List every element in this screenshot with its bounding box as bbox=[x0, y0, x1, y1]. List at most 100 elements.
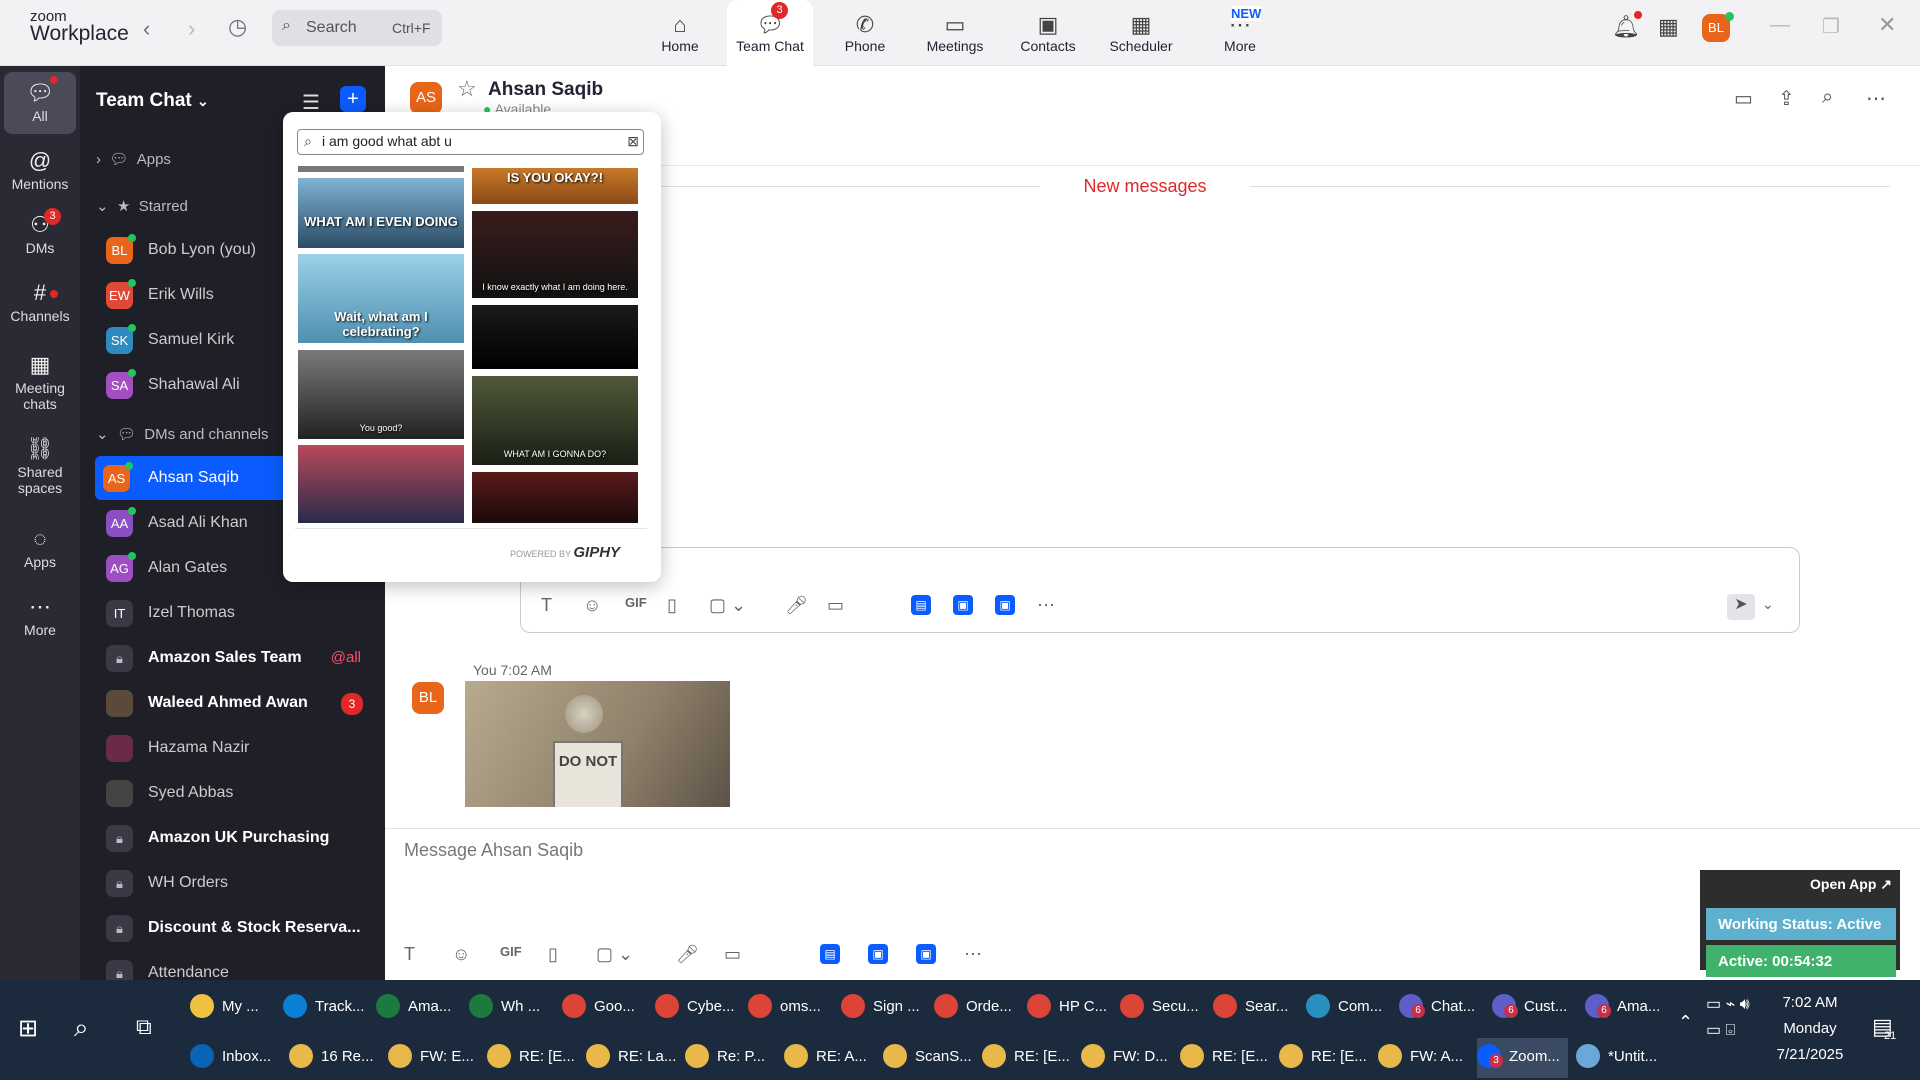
close-icon[interactable]: ✕ bbox=[1878, 12, 1896, 38]
share-screen-icon[interactable]: ⇪ bbox=[1778, 86, 1795, 111]
new-chat-button[interactable]: + bbox=[340, 86, 366, 112]
taskbar-item[interactable]: RE: A... bbox=[784, 1038, 875, 1078]
video-message-icon[interactable]: ▭ bbox=[827, 595, 844, 616]
taskbar-item[interactable]: *Untit... bbox=[1576, 1038, 1667, 1078]
gif-icon[interactable]: GIF bbox=[625, 595, 647, 610]
working-status[interactable]: Working Status: Active bbox=[1706, 908, 1896, 940]
tab-home[interactable]: ⌂ Home bbox=[637, 0, 723, 66]
tray-chevron-icon[interactable]: ⌃ bbox=[1678, 1012, 1693, 1033]
taskbar-item[interactable]: 16 Re... bbox=[289, 1038, 380, 1078]
taskbar-clock[interactable]: 7:02 AM Monday 7/21/2025 bbox=[1750, 990, 1870, 1068]
rail-item-more[interactable]: ⋯ More bbox=[0, 594, 80, 638]
taskbar-item[interactable]: Inbox... bbox=[190, 1038, 281, 1078]
rail-item-all[interactable]: 💬︎ All bbox=[0, 80, 80, 124]
taskbar-item[interactable]: Goo... bbox=[562, 988, 647, 1028]
gif-result[interactable] bbox=[472, 472, 638, 523]
app2-icon[interactable]: ▣ bbox=[953, 595, 973, 615]
screenshot-icon[interactable]: ▢ ⌄ bbox=[709, 595, 746, 616]
taskbar-item[interactable]: Chat... 6 bbox=[1399, 988, 1484, 1028]
search-input[interactable]: ⌕ Search Ctrl+F bbox=[272, 10, 442, 46]
mic-icon[interactable]: 🎤︎ bbox=[785, 595, 808, 616]
chevron-down-icon[interactable]: ⌄ bbox=[1762, 596, 1774, 613]
tab-contacts[interactable]: ▣ Contacts bbox=[1005, 0, 1091, 66]
windows-start-icon[interactable]: ⊞ bbox=[18, 1014, 38, 1043]
taskbar-item[interactable]: Sign ... bbox=[841, 988, 926, 1028]
rail-item-mentions[interactable]: @ Mentions bbox=[0, 148, 80, 192]
section-apps[interactable]: › 💬︎ Apps bbox=[96, 150, 171, 168]
gif-result[interactable] bbox=[298, 445, 464, 523]
sidebar-item-wh-orders[interactable]: 🔒︎ WH Orders bbox=[80, 861, 385, 905]
gif-result[interactable]: WHAT AM I GONNA DO? bbox=[472, 376, 638, 465]
gif-result[interactable] bbox=[472, 305, 638, 369]
emoji-icon[interactable]: ☺ bbox=[452, 944, 470, 965]
send-icon[interactable]: ➤ bbox=[1727, 594, 1755, 620]
tab-scheduler[interactable]: ▦ Scheduler bbox=[1098, 0, 1184, 66]
taskbar-item[interactable]: RE: [E... bbox=[1180, 1038, 1271, 1078]
sidebar-item-amazon-sales-team[interactable]: 🔒︎ Amazon Sales Team @all bbox=[80, 636, 385, 680]
sidebar-item-waleed-ahmed-awan[interactable]: Waleed Ahmed Awan 3 bbox=[80, 681, 385, 725]
open-app-button[interactable]: Open App ↗ bbox=[1810, 876, 1892, 893]
gif-result[interactable]: I know exactly what I am doing here. bbox=[472, 211, 638, 298]
taskbar-item[interactable]: Ama... bbox=[376, 988, 461, 1028]
emoji-icon[interactable]: ☺ bbox=[583, 595, 601, 616]
taskbar-item[interactable]: Track... bbox=[283, 988, 368, 1028]
taskbar-item[interactable]: Cust... 6 bbox=[1492, 988, 1577, 1028]
tray-icons[interactable]: ▭ ⌁ 🔊︎ ▭ ⌻ bbox=[1706, 992, 1750, 1044]
sidebar-item-hazama-nazir[interactable]: Hazama Nazir bbox=[80, 726, 385, 770]
gif-result[interactable]: You good? bbox=[298, 350, 464, 439]
taskbar-item[interactable]: ScanS... bbox=[883, 1038, 974, 1078]
task-view-icon[interactable]: ⧉ bbox=[136, 1014, 152, 1040]
history-icon[interactable]: ◷ bbox=[228, 14, 247, 40]
contact-avatar[interactable]: AS bbox=[410, 82, 442, 114]
rail-item-meeting-chats[interactable]: ▦ Meeting chats bbox=[0, 352, 80, 412]
thread-composer[interactable] bbox=[520, 547, 1800, 633]
file-icon[interactable]: ▯ bbox=[548, 944, 558, 965]
tab-meetings[interactable]: ▭ Meetings bbox=[912, 0, 998, 66]
sidebar-item-izel-thomas[interactable]: IT Izel Thomas bbox=[80, 591, 385, 635]
screenshot-icon[interactable]: ▢ ⌄ bbox=[596, 944, 633, 965]
taskbar-item[interactable]: Cybe... bbox=[655, 988, 740, 1028]
rail-item-channels[interactable]: # Channels bbox=[0, 280, 80, 324]
calendar-icon[interactable]: ▦ bbox=[1658, 14, 1679, 40]
sidebar-title[interactable]: Team Chat ⌄ bbox=[96, 90, 209, 112]
taskbar-item[interactable]: RE: [E... bbox=[982, 1038, 1073, 1078]
taskbar-item[interactable]: Com... bbox=[1306, 988, 1391, 1028]
gif-icon[interactable]: GIF bbox=[500, 944, 522, 959]
message-input[interactable]: Message Ahsan Saqib bbox=[404, 840, 583, 861]
maximize-icon[interactable]: ❐ bbox=[1822, 14, 1840, 39]
sidebar-item-amazon-uk-purchasing[interactable]: 🔒︎ Amazon UK Purchasing bbox=[80, 816, 385, 860]
taskbar-item[interactable]: Re: P... bbox=[685, 1038, 776, 1078]
giphy-search-input[interactable] bbox=[322, 133, 612, 149]
taskbar-item[interactable]: Orde... bbox=[934, 988, 1019, 1028]
taskbar-item[interactable]: RE: [E... bbox=[487, 1038, 578, 1078]
taskbar-item[interactable]: FW: D... bbox=[1081, 1038, 1172, 1078]
back-icon[interactable]: ‹ bbox=[143, 16, 150, 42]
rail-item-shared-spaces[interactable]: ⛓ Shared spaces bbox=[0, 436, 80, 496]
gif-result[interactable]: IS YOU OKAY?! bbox=[472, 168, 638, 204]
taskbar-item[interactable]: FW: E... bbox=[388, 1038, 479, 1078]
contact-name[interactable]: Ahsan Saqib bbox=[488, 79, 603, 101]
mic-icon[interactable]: 🎤︎ bbox=[676, 944, 699, 965]
taskbar-item[interactable]: Zoom... 3 bbox=[1477, 1038, 1568, 1078]
clear-icon[interactable]: ⊠ bbox=[627, 133, 639, 150]
more-icon[interactable]: ⋯ bbox=[1037, 595, 1055, 616]
more-icon[interactable]: ⋯ bbox=[964, 944, 982, 965]
sidebar-item-discount-stock-reserva-[interactable]: 🔒︎ Discount & Stock Reserva... bbox=[80, 906, 385, 950]
taskbar-item[interactable]: Wh ... bbox=[469, 988, 554, 1028]
sender-avatar[interactable]: BL bbox=[412, 682, 444, 714]
section-dms[interactable]: ⌄ 💬︎ DMs and channels bbox=[96, 425, 269, 443]
app3-icon[interactable]: ▣ bbox=[916, 944, 936, 964]
taskbar-item[interactable]: My ... bbox=[190, 988, 275, 1028]
rail-item-apps[interactable]: ◌ Apps bbox=[0, 526, 80, 570]
gif-result[interactable] bbox=[298, 166, 464, 172]
rail-item-dms[interactable]: ⚇ DMs 3 bbox=[0, 208, 80, 256]
app2-icon[interactable]: ▣ bbox=[868, 944, 888, 964]
minimize-icon[interactable]: — bbox=[1770, 14, 1790, 37]
format-icon[interactable]: T bbox=[404, 944, 415, 965]
taskbar-item[interactable]: Ama... 6 bbox=[1585, 988, 1670, 1028]
app3-icon[interactable]: ▣ bbox=[995, 595, 1015, 615]
tab-team-chat[interactable]: 💬︎ Team Chat 3 bbox=[727, 0, 813, 66]
video-message-icon[interactable]: ▭ bbox=[724, 944, 741, 965]
message-gif[interactable]: DO NOT bbox=[465, 681, 730, 807]
giphy-search[interactable]: ⌕ ⊠ bbox=[297, 129, 644, 155]
